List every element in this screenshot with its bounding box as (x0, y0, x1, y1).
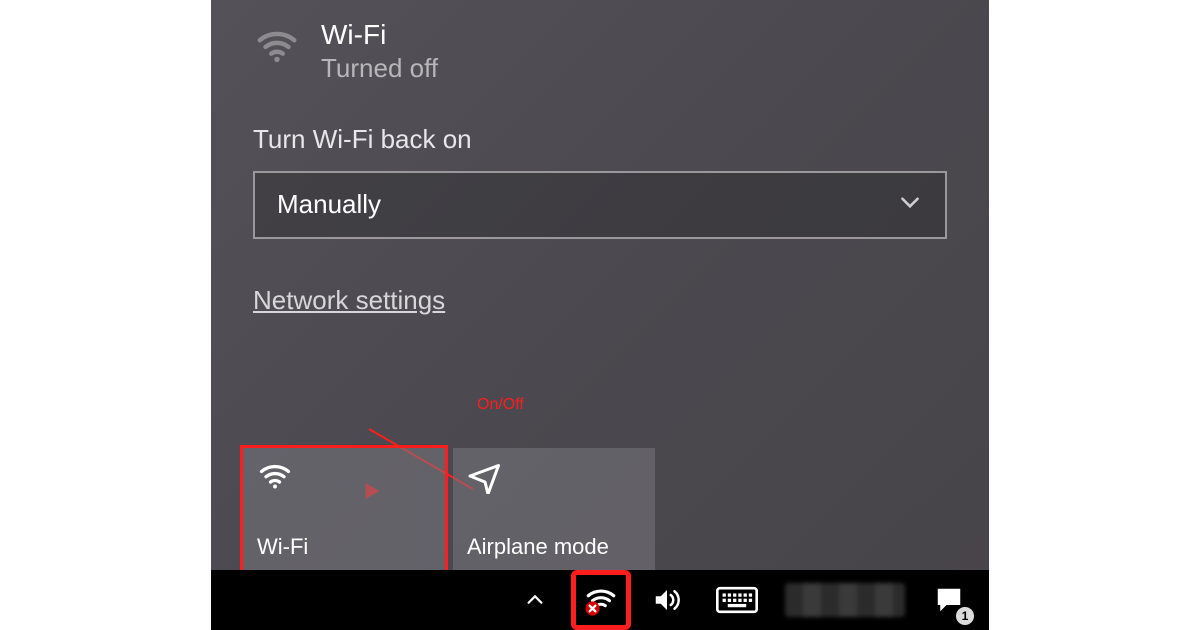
wifi-status-text: Turned off (321, 53, 438, 84)
chevron-down-icon (897, 189, 923, 220)
volume-icon (652, 585, 682, 615)
wifi-icon (257, 458, 297, 498)
tray-network-button[interactable] (579, 578, 623, 622)
reconnect-selected-value: Manually (277, 189, 381, 220)
tray-clock-area[interactable] (785, 583, 905, 617)
airplane-tile-label: Airplane mode (467, 534, 641, 560)
wifi-disconnected-icon (584, 583, 618, 617)
wifi-tile-label: Wi-Fi (257, 534, 431, 560)
taskbar: 1 (211, 570, 989, 630)
network-flyout-panel: Wi-Fi Turned off Turn Wi-Fi back on Manu… (211, 0, 989, 630)
tray-volume-button[interactable] (645, 578, 689, 622)
reconnect-label: Turn Wi-Fi back on (211, 102, 989, 167)
wifi-status-header: Wi-Fi Turned off (211, 20, 989, 102)
annotation-label: On/Off (477, 396, 524, 414)
airplane-icon (467, 458, 507, 498)
tray-notifications-button[interactable]: 1 (927, 578, 971, 622)
tray-input-indicator[interactable] (711, 578, 763, 622)
airplane-mode-tile[interactable]: Airplane mode (453, 448, 655, 570)
quick-action-tiles: Wi-Fi Airplane mode (243, 448, 655, 570)
tray-overflow-button[interactable] (513, 578, 557, 622)
network-settings-link[interactable]: Network settings (253, 285, 445, 316)
wifi-title: Wi-Fi (321, 20, 438, 51)
wifi-icon (253, 22, 301, 70)
reconnect-select[interactable]: Manually (253, 171, 947, 239)
wifi-toggle-tile[interactable]: Wi-Fi (243, 448, 445, 570)
notification-count-badge: 1 (956, 607, 974, 625)
flyout-body: Wi-Fi Turned off Turn Wi-Fi back on Manu… (211, 0, 989, 570)
keyboard-icon (716, 585, 758, 615)
